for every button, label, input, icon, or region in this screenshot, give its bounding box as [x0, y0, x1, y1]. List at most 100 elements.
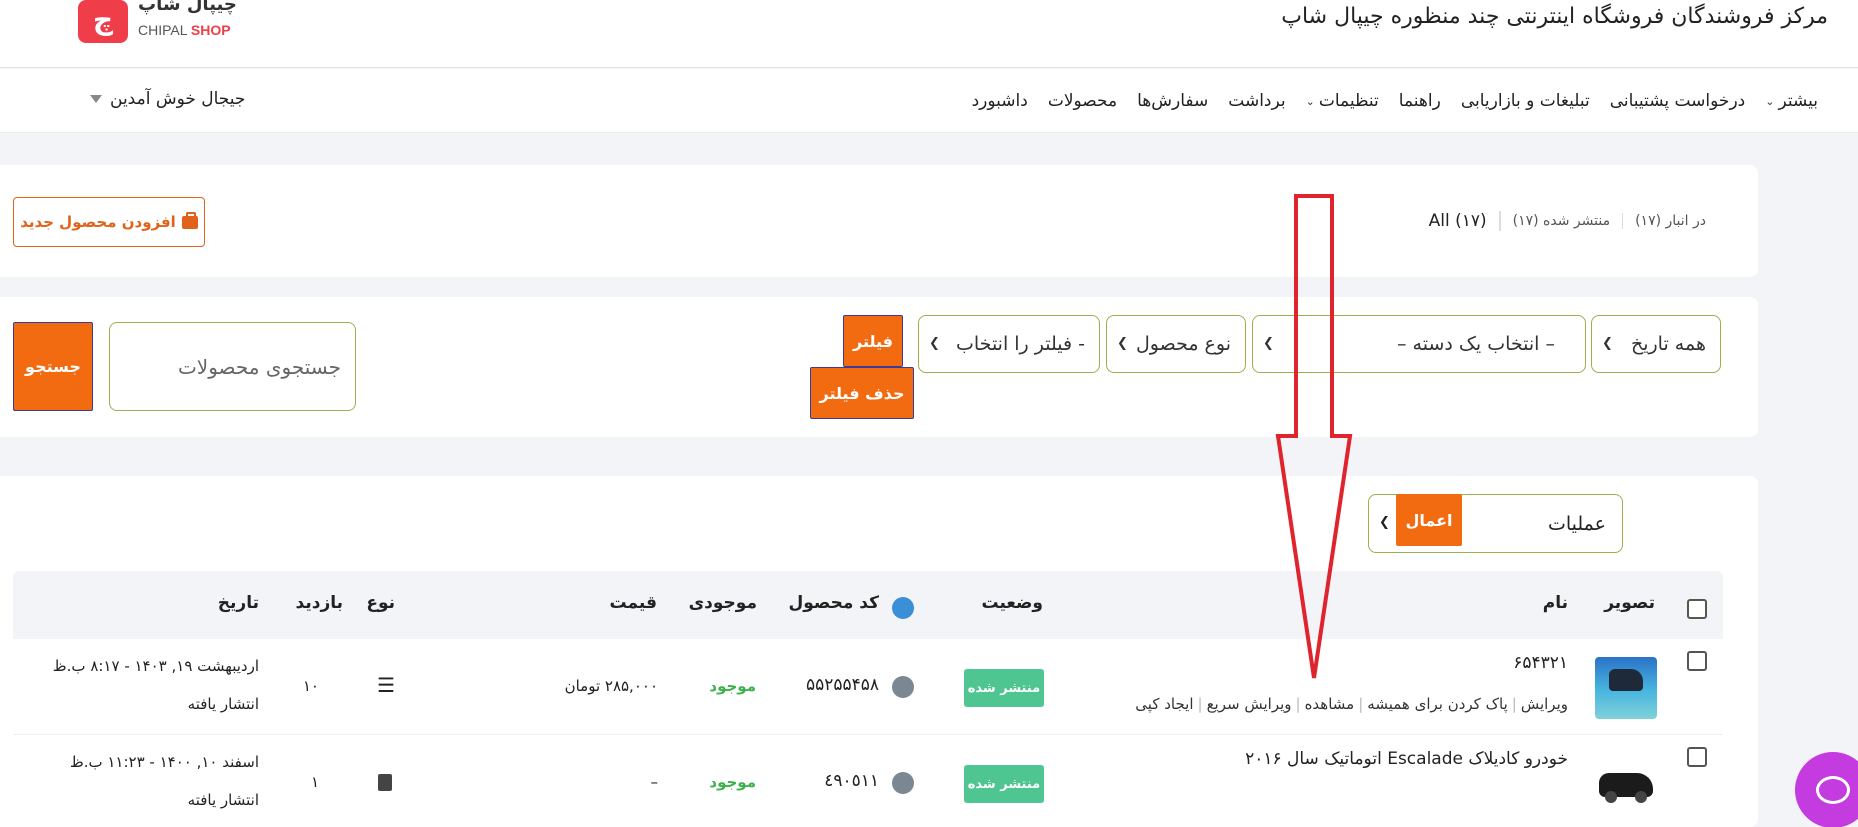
- col-date[interactable]: تاریخ: [218, 593, 259, 613]
- nav-item-support[interactable]: درخواست پشتیبانی: [1600, 91, 1756, 111]
- chevron-down-icon: ❯: [1263, 336, 1274, 351]
- date-status: انتشار یافته: [187, 695, 259, 713]
- status-published-link[interactable]: منتشر شده (۱۷): [1501, 213, 1622, 229]
- product-name-link[interactable]: خودرو کادیلاک Escalade اتوماتیک سال ۲۰۱۶: [1245, 749, 1568, 769]
- chevron-down-icon: ❯: [929, 336, 940, 351]
- col-status: وضعیت: [981, 593, 1043, 613]
- bulk-actions-value: عملیات: [1547, 512, 1606, 535]
- globe-icon: [892, 676, 914, 698]
- stock-value: موجود: [709, 773, 756, 791]
- duplicate-link[interactable]: ایجاد کپی: [1135, 695, 1193, 713]
- status-panel: All (۱۷) منتشر شده (۱۷) در انبار (۱۷) اف…: [0, 165, 1758, 277]
- status-badge: منتشر شده: [964, 765, 1044, 803]
- filter-button[interactable]: فیلتر: [843, 315, 903, 367]
- remove-filter-button[interactable]: حذف فیلتر: [810, 367, 914, 419]
- product-shape: [1609, 669, 1643, 691]
- delete-permanently-link[interactable]: پاک کردن برای همیشه: [1367, 695, 1507, 713]
- nav-item-label: تبلیغات و بازاریابی: [1460, 91, 1590, 111]
- view-link[interactable]: مشاهده: [1305, 695, 1355, 713]
- table-header: تصویر نام وضعیت کد محصول موجودی قیمت نوع…: [13, 571, 1723, 639]
- table-row: ۶۵۴۳۲۱ ویرایش|پاک کردن برای همیشه|مشاهده…: [13, 639, 1723, 735]
- col-sku[interactable]: کد محصول: [788, 593, 879, 613]
- nav-item-label: راهنما: [1398, 91, 1441, 111]
- logo-text-en-b: SHOP: [190, 22, 231, 38]
- user-greeting: جیجال خوش آمدین: [110, 89, 246, 109]
- category-filter-select[interactable]: – انتخاب یک دسته – ❯: [1252, 315, 1586, 373]
- row-checkbox[interactable]: [1687, 651, 1707, 671]
- nav-item-label: برداشت: [1228, 91, 1286, 111]
- site-title: مرکز فروشندگان فروشگاه اینترنتی چند منظو…: [1281, 4, 1828, 29]
- product-search-input[interactable]: جستجوی محصولات: [109, 322, 356, 411]
- main-nav: داشبورد محصولات سفارش‌ها برداشت تنظیمات ⌄…: [0, 69, 1858, 133]
- logo-mark: چ: [78, 0, 128, 43]
- col-price[interactable]: قیمت: [610, 593, 657, 613]
- date-filter-select[interactable]: همه تاریخ ❯: [1591, 315, 1721, 373]
- nav-item-orders[interactable]: سفارش‌ها: [1127, 91, 1218, 111]
- add-product-label: افزودن محصول جدید: [20, 213, 176, 231]
- row-checkbox[interactable]: [1687, 747, 1707, 767]
- quick-edit-link[interactable]: ویرایش سریع: [1207, 695, 1292, 713]
- nav-item-marketing[interactable]: تبلیغات و بازاریابی: [1451, 91, 1600, 111]
- nav-item-dashboard[interactable]: داشبورد: [962, 91, 1038, 111]
- product-thumbnail[interactable]: [1595, 753, 1657, 815]
- views-value: ۱۰: [302, 677, 319, 695]
- date-value: اسفند ۱۰, ۱۴۰۰ - ۱۱:۲۳ ب.ظ: [69, 753, 259, 771]
- chevron-down-icon: ❯: [1602, 336, 1613, 351]
- products-table: تصویر نام وضعیت کد محصول موجودی قیمت نوع…: [13, 571, 1723, 827]
- product-thumbnail[interactable]: [1595, 657, 1657, 719]
- add-product-button[interactable]: افزودن محصول جدید: [13, 197, 205, 247]
- sku-value: ۵۵۲۵۵۴۵۸: [805, 675, 879, 695]
- price-value: –: [650, 773, 659, 791]
- col-image[interactable]: تصویر: [1604, 593, 1655, 613]
- date-value: اردیبهشت ۱۹, ۱۴۰۳ - ۸:۱۷ ب.ظ: [52, 657, 259, 675]
- product-type-select[interactable]: نوع محصول ❯: [1106, 315, 1246, 373]
- edit-link[interactable]: ویرایش: [1521, 695, 1568, 713]
- col-stock: موجودی: [688, 593, 757, 613]
- chat-bubble-icon: [1816, 776, 1850, 804]
- nav-item-label: بیشتر: [1778, 91, 1818, 111]
- stock-value: موجود: [709, 677, 756, 695]
- logo[interactable]: چ چیپال شاپ CHIPAL SHOP: [78, 0, 258, 44]
- nav-item-more[interactable]: بیشتر ⌄: [1755, 91, 1828, 111]
- filter-select-value: - فیلتر را انتخاب: [956, 333, 1085, 355]
- divider: [1622, 213, 1624, 229]
- chat-widget-button[interactable]: [1795, 752, 1858, 827]
- logo-text-en-a: CHIPAL: [138, 22, 188, 38]
- caret-down-icon: [90, 95, 102, 103]
- product-name-link[interactable]: ۶۵۴۳۲۱: [1513, 653, 1568, 673]
- filter-select[interactable]: - فیلتر را انتخاب ❯: [918, 315, 1100, 373]
- user-menu[interactable]: جیجال خوش آمدین: [90, 89, 245, 109]
- search-button[interactable]: جستجو: [13, 322, 93, 411]
- product-type-value: نوع محصول: [1135, 333, 1231, 355]
- nav-item-help[interactable]: راهنما: [1389, 91, 1451, 111]
- select-all-checkbox[interactable]: [1687, 599, 1707, 619]
- status-badge: منتشر شده: [964, 669, 1044, 707]
- price-value: ۲۸۵,۰۰۰ تومان: [564, 677, 658, 695]
- views-value: ۱: [310, 773, 319, 791]
- status-all-link[interactable]: All (۱۷): [1417, 211, 1501, 231]
- col-name[interactable]: نام: [1543, 593, 1568, 613]
- nav-item-label: درخواست پشتیبانی: [1609, 91, 1746, 111]
- search-placeholder: جستجوی محصولات: [177, 354, 341, 379]
- wheel-shape: [1635, 791, 1647, 803]
- date-filter-value: همه تاریخ: [1630, 333, 1706, 355]
- status-instock-link[interactable]: در انبار (۱۷): [1623, 213, 1718, 229]
- top-header: مرکز فروشندگان فروشگاه اینترنتی چند منظو…: [0, 0, 1858, 68]
- nav-item-settings[interactable]: تنظیمات ⌄: [1296, 91, 1389, 111]
- category-filter-value: – انتخاب یک دسته –: [1397, 333, 1555, 355]
- col-type: نوع: [366, 593, 395, 613]
- date-status: انتشار یافته: [187, 791, 259, 809]
- row-actions: ویرایش|پاک کردن برای همیشه|مشاهده|ویرایش…: [1135, 695, 1568, 713]
- globe-icon: [892, 597, 914, 619]
- globe-icon: [892, 772, 914, 794]
- wheel-shape: [1605, 791, 1617, 803]
- logo-text-fa: چیپال شاپ: [138, 0, 237, 15]
- briefcase-icon: [181, 211, 198, 229]
- nav-item-products[interactable]: محصولات: [1038, 91, 1127, 111]
- nav-menu: داشبورد محصولات سفارش‌ها برداشت تنظیمات ⌄…: [962, 69, 1828, 133]
- nav-item-withdraw[interactable]: برداشت: [1218, 91, 1295, 111]
- status-filter-links: All (۱۷) منتشر شده (۱۷) در انبار (۱۷): [1417, 211, 1718, 231]
- apply-button[interactable]: اعمال: [1396, 494, 1462, 546]
- sku-value: ٤٩٠٥١١: [824, 771, 879, 791]
- book-icon: [378, 774, 392, 791]
